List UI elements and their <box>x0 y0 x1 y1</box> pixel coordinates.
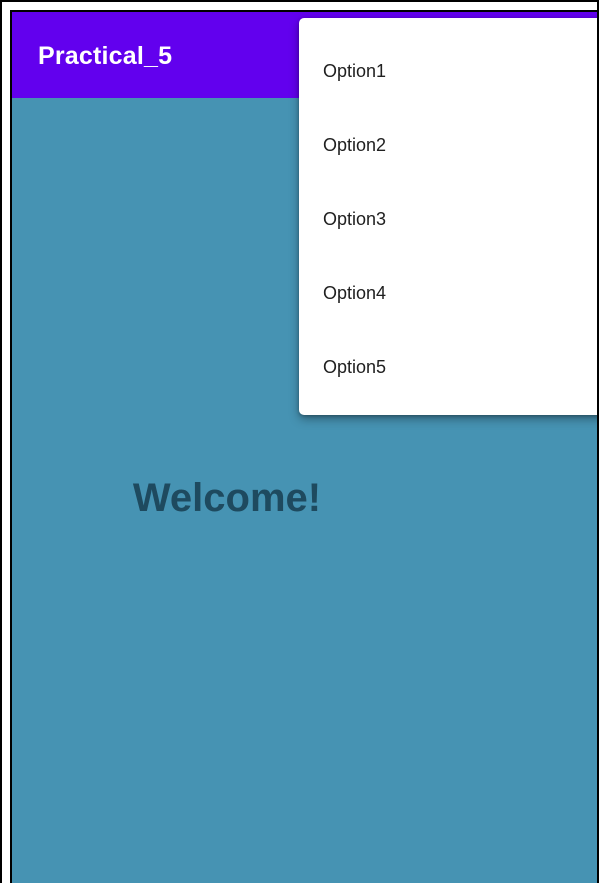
app-title: Practical_5 <box>38 42 173 70</box>
menu-item-option1[interactable]: Option1 <box>299 34 597 108</box>
menu-item-option2[interactable]: Option2 <box>299 108 597 182</box>
welcome-text: Welcome! <box>132 476 322 520</box>
menu-item-option3[interactable]: Option3 <box>299 182 597 256</box>
menu-item-option5[interactable]: Option5 <box>299 330 597 404</box>
app-screen: Practical_5 Welcome! Option1 Option2 Opt… <box>10 10 597 883</box>
menu-item-option4[interactable]: Option4 <box>299 256 597 330</box>
overflow-menu: Option1 Option2 Option3 Option4 Option5 <box>299 18 597 415</box>
device-frame: Practical_5 Welcome! Option1 Option2 Opt… <box>0 0 599 883</box>
